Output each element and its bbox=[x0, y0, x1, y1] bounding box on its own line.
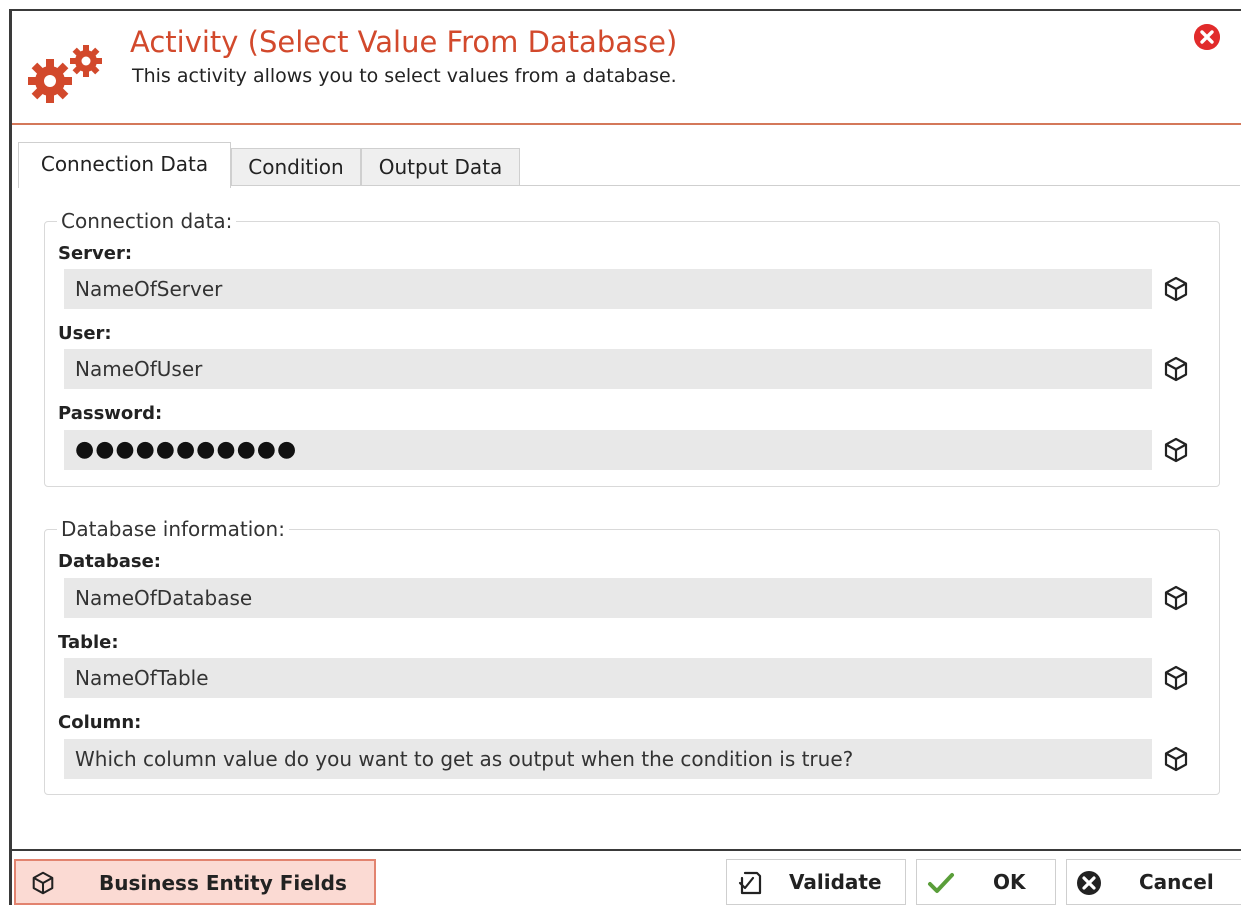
validate-button[interactable]: Validate bbox=[726, 859, 906, 905]
database-group-title: Database information: bbox=[57, 517, 289, 541]
server-field[interactable]: NameOfServer bbox=[64, 269, 1152, 309]
ok-label: OK bbox=[993, 870, 1026, 894]
table-field[interactable]: NameOfTable bbox=[64, 658, 1152, 698]
dialog-header: Activity (Select Value From Database) Th… bbox=[12, 11, 1241, 125]
cube-icon[interactable] bbox=[1162, 584, 1190, 612]
close-icon[interactable] bbox=[1194, 24, 1220, 50]
server-label: Server: bbox=[58, 243, 133, 264]
column-field[interactable]: Which column value do you want to get as… bbox=[64, 739, 1152, 779]
cancel-icon bbox=[1077, 871, 1101, 895]
user-field[interactable]: NameOfUser bbox=[64, 349, 1152, 389]
cube-icon bbox=[32, 871, 54, 895]
dialog-subtitle: This activity allows you to select value… bbox=[132, 65, 677, 87]
cube-icon[interactable] bbox=[1162, 275, 1190, 303]
footer-divider bbox=[12, 849, 1241, 851]
business-entity-fields-label: Business Entity Fields bbox=[99, 871, 347, 895]
validate-icon bbox=[738, 871, 762, 895]
password-field[interactable]: ●●●●●●●●●●● bbox=[64, 430, 1152, 470]
tab-condition[interactable]: Condition bbox=[231, 148, 361, 186]
cube-icon[interactable] bbox=[1162, 745, 1190, 773]
cancel-label: Cancel bbox=[1139, 870, 1214, 894]
database-information-group: Database information: Database: NameOfDa… bbox=[44, 517, 1220, 795]
database-label: Database: bbox=[58, 551, 161, 572]
cube-icon[interactable] bbox=[1162, 355, 1190, 383]
connection-data-group: Connection data: Server: NameOfServer Us… bbox=[44, 209, 1220, 487]
cancel-button[interactable]: Cancel bbox=[1066, 859, 1241, 905]
dialog-title: Activity (Select Value From Database) bbox=[130, 25, 678, 59]
cube-icon[interactable] bbox=[1162, 436, 1190, 464]
tab-output-data[interactable]: Output Data bbox=[361, 148, 520, 186]
database-field[interactable]: NameOfDatabase bbox=[64, 578, 1152, 618]
cube-icon[interactable] bbox=[1162, 664, 1190, 692]
table-label: Table: bbox=[58, 632, 119, 653]
business-entity-fields-button[interactable]: Business Entity Fields bbox=[14, 859, 376, 905]
tab-connection-data[interactable]: Connection Data bbox=[18, 142, 231, 188]
column-label: Column: bbox=[58, 712, 142, 733]
ok-button[interactable]: OK bbox=[916, 859, 1056, 905]
validate-label: Validate bbox=[789, 870, 882, 894]
activity-dialog: Activity (Select Value From Database) Th… bbox=[9, 9, 1241, 905]
connection-group-title: Connection data: bbox=[57, 209, 237, 233]
user-label: User: bbox=[58, 323, 112, 344]
check-icon bbox=[928, 873, 954, 893]
password-label: Password: bbox=[58, 403, 163, 424]
gears-icon bbox=[28, 45, 102, 103]
